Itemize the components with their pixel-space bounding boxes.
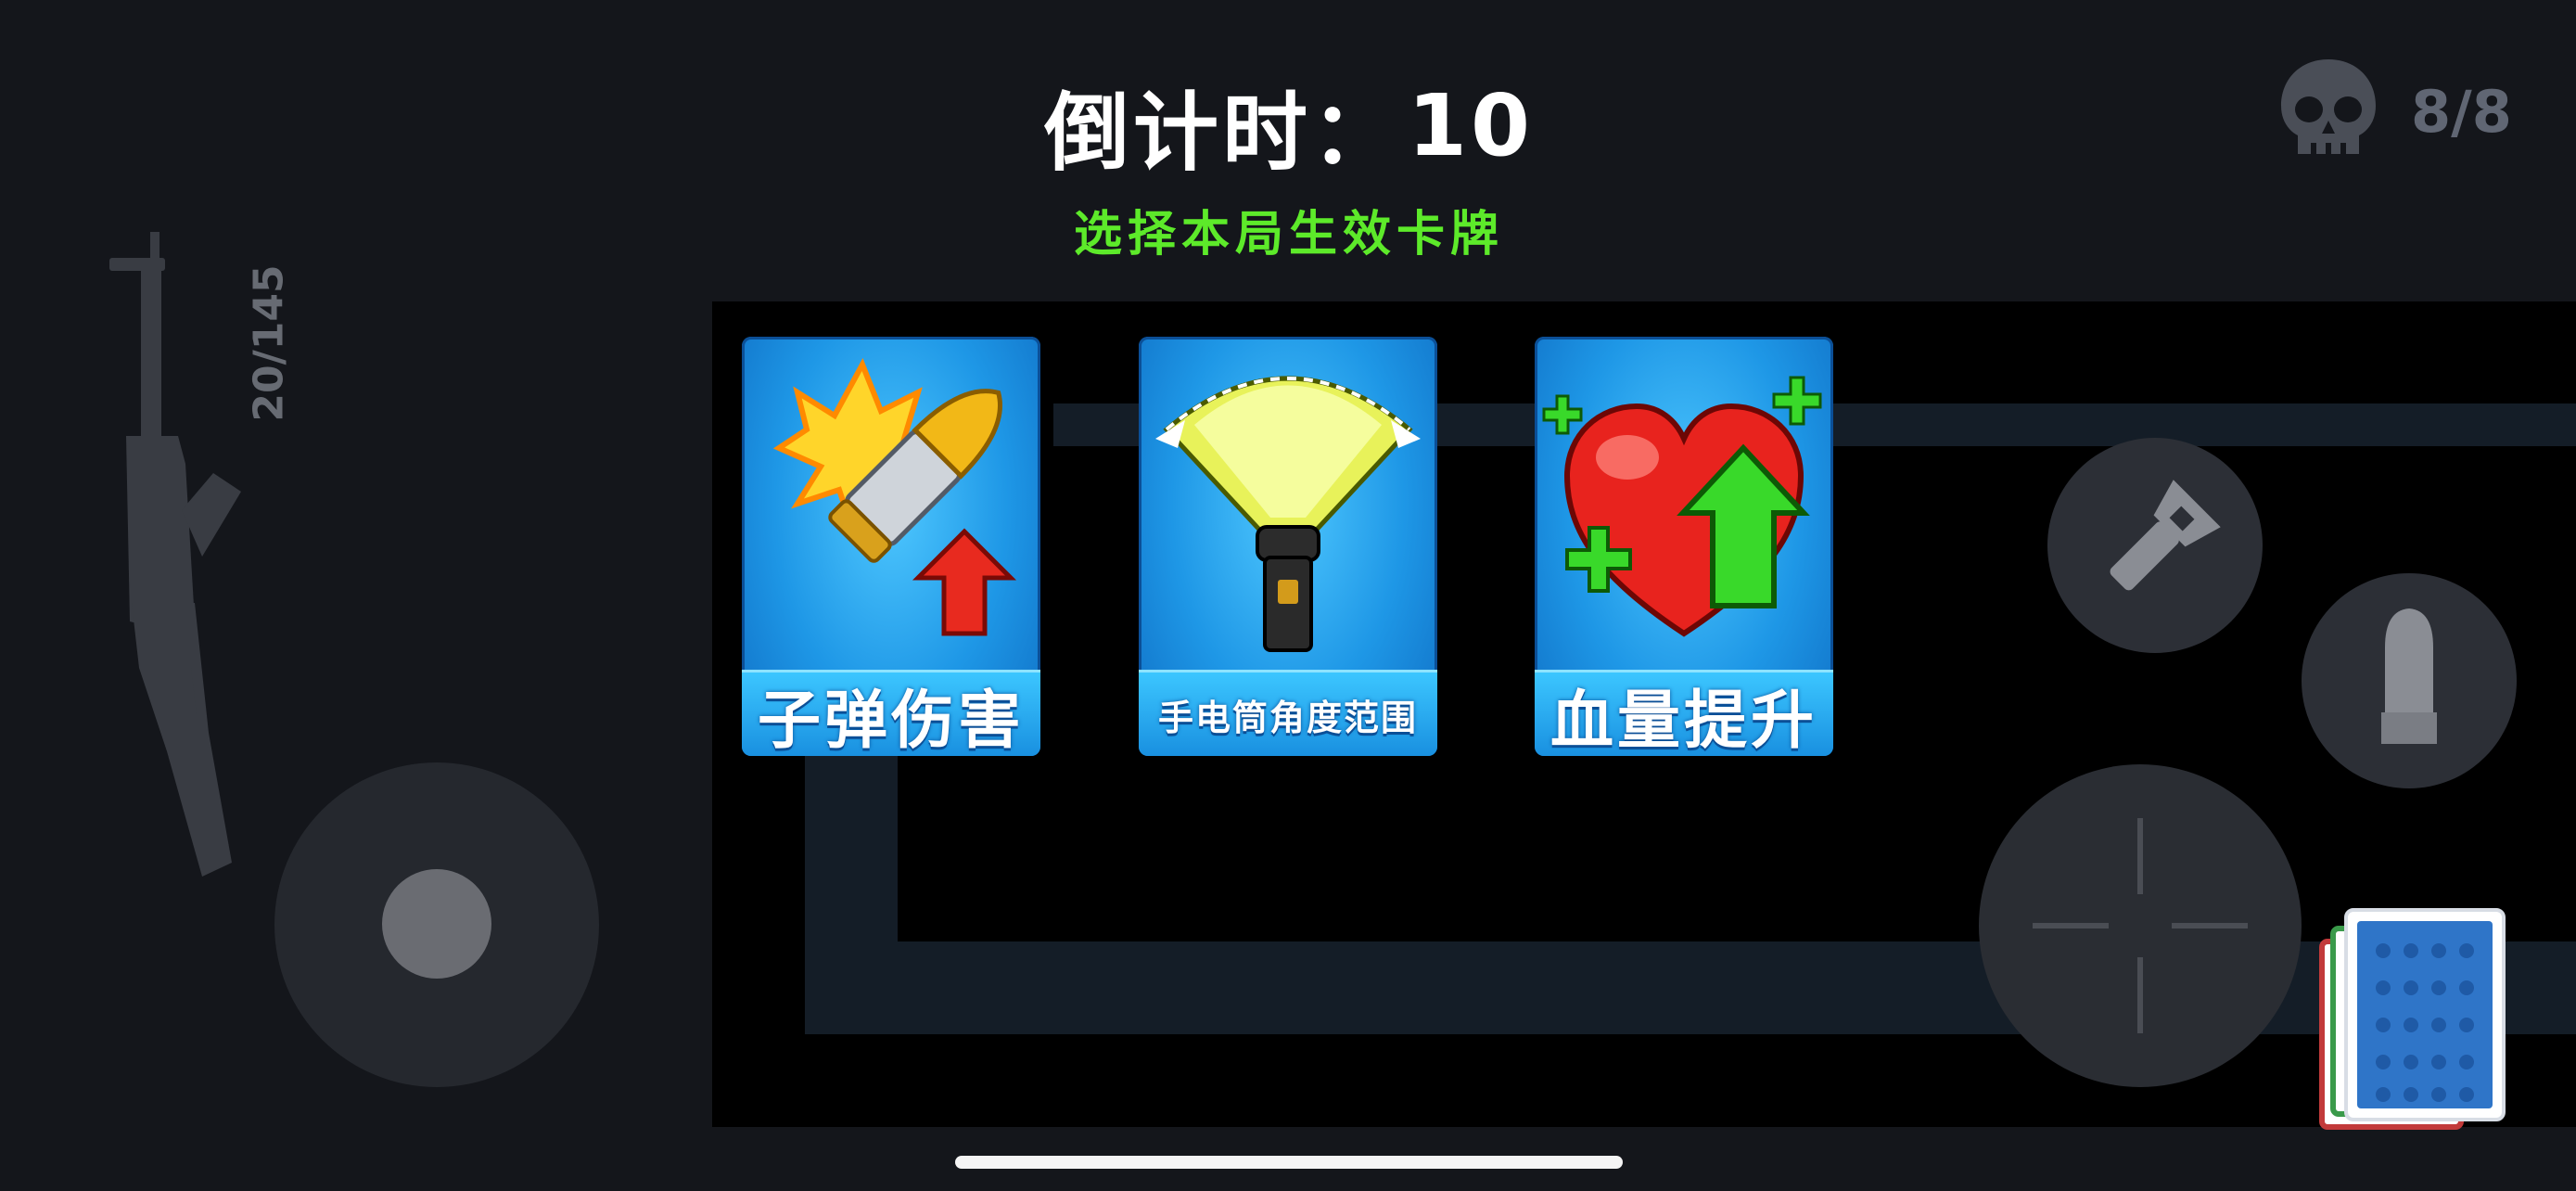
crosshair-icon: [2033, 818, 2248, 1033]
joystick-knob[interactable]: [382, 869, 491, 979]
skull-icon: [2274, 54, 2383, 163]
home-indicator[interactable]: [955, 1156, 1623, 1169]
countdown-value: 10: [1407, 75, 1535, 175]
heart-health-up-icon: [1542, 376, 1822, 637]
card-label: 手电筒角度范围: [1139, 670, 1437, 756]
reload-button[interactable]: [2302, 573, 2517, 788]
flashlight-beam-icon: [1155, 376, 1421, 652]
countdown-label: 倒计时：: [1043, 83, 1400, 183]
bullet-icon: [2381, 608, 2437, 744]
ammo-counter: 20/145: [223, 260, 315, 427]
card-deck-button[interactable]: [2318, 904, 2518, 1150]
game-screen: 倒计时： 10 选择本局生效卡牌 8/8 20/145 子弹伤害 手电筒角度范围…: [0, 0, 2576, 1191]
flashlight-icon: [2110, 480, 2221, 591]
card-bullet-damage[interactable]: 子弹伤害: [742, 337, 1040, 756]
card-health-boost[interactable]: 血量提升: [1535, 337, 1833, 756]
fire-button[interactable]: [1979, 764, 2302, 1087]
kill-counter: 8/8: [2411, 77, 2512, 146]
card-select-prompt: 选择本局生效卡牌: [1073, 206, 1504, 263]
card-label: 血量提升: [1535, 670, 1833, 756]
countdown-timer: 倒计时： 10: [983, 65, 1595, 186]
flashlight-button[interactable]: [2047, 438, 2263, 653]
ammo-text: 20/145: [245, 264, 293, 422]
bullet-damage-up-icon: [772, 357, 1017, 636]
card-deck-icon: [2319, 908, 2506, 1130]
card-flashlight-angle[interactable]: 手电筒角度范围: [1139, 337, 1437, 756]
corridor-bottom: [805, 941, 2576, 1034]
card-label: 子弹伤害: [742, 670, 1040, 756]
